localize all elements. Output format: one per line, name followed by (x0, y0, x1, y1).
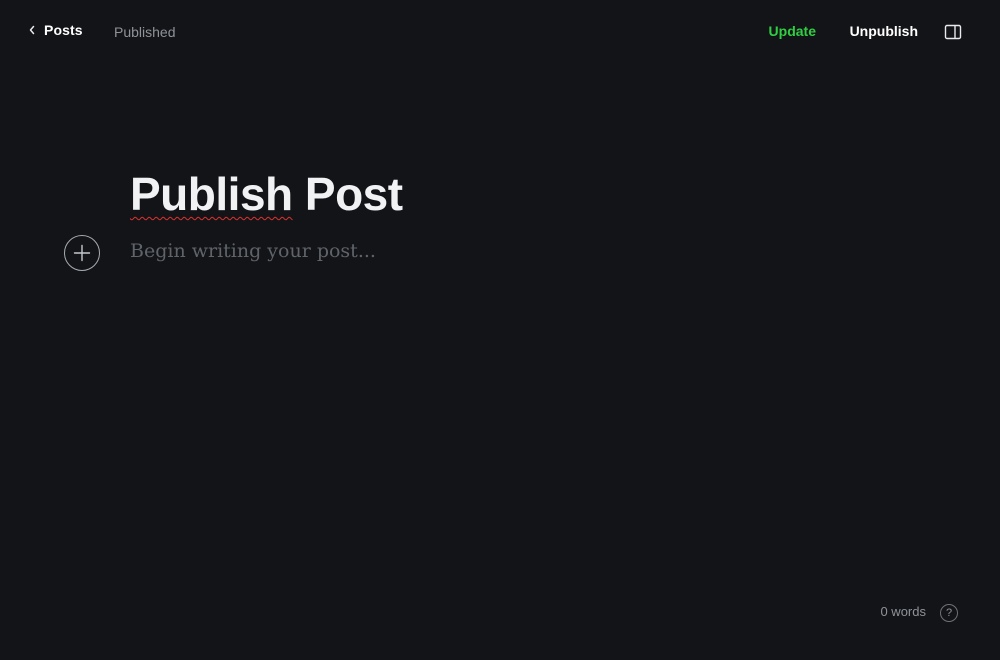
plus-icon (73, 244, 91, 262)
back-to-posts-link[interactable]: Posts (28, 22, 83, 38)
post-title-rest: Post (292, 168, 403, 220)
unpublish-button[interactable]: Unpublish (850, 23, 918, 39)
post-title[interactable]: Publish Post (130, 164, 403, 224)
sidebar-panel-icon[interactable] (944, 23, 964, 43)
editor-header: Posts Published Update Unpublish (0, 0, 1000, 64)
post-status: Published (114, 24, 176, 40)
update-button[interactable]: Update (769, 23, 816, 39)
back-link-label: Posts (44, 22, 83, 38)
post-title-misspelled-word: Publish (130, 168, 293, 220)
post-editor-page: Posts Published Update Unpublish Publish… (0, 0, 1000, 660)
add-card-button[interactable] (64, 235, 100, 271)
word-count: 0 words (880, 604, 926, 619)
chevron-left-icon (28, 25, 36, 35)
question-mark-icon[interactable]: ? (940, 604, 958, 622)
post-body-editor[interactable]: Begin writing your post... (130, 240, 376, 262)
